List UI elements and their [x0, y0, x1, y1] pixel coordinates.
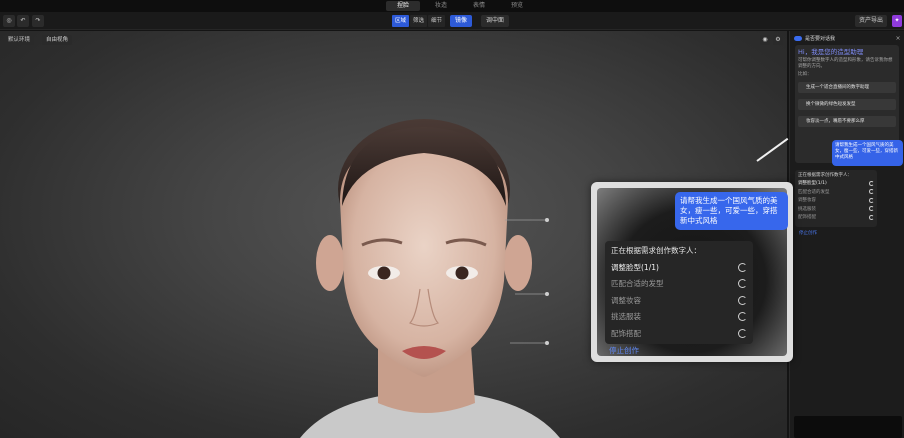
zoom-stop-button[interactable]: 停止创作 [609, 345, 639, 356]
loading-icon [738, 328, 747, 338]
app-menu-icon[interactable]: ◎ [3, 15, 15, 27]
edit-mode-segment: 区域 筛选 细节 [392, 15, 446, 27]
tab-face[interactable]: 捏脸 [386, 1, 420, 11]
loading-icon [869, 180, 874, 186]
loading-icon [869, 206, 874, 212]
app-window: 捏脸 妆造 表情 预览 ◎ ↶ ↷ 区域 筛选 细节 镜像 调中面 资产导出 ✦… [0, 0, 904, 438]
tab-preview[interactable]: 预览 [500, 1, 534, 11]
status-title: 正在根据需求创作数字人： [798, 173, 852, 178]
loading-icon [869, 197, 874, 203]
zoom-user-message: 请帮我生成一个国风气质的美女，瘦一些，可爱一些，穿搭新中式风格 [675, 192, 788, 230]
redo-icon[interactable]: ↷ [32, 15, 44, 27]
mode-tabs: 捏脸 妆造 表情 预览 [386, 1, 534, 11]
close-icon[interactable]: × [894, 35, 902, 43]
status-step: 调整脸型(1/1) [798, 179, 874, 188]
assistant-toggle[interactable] [794, 36, 802, 41]
loading-icon [869, 214, 874, 220]
top-bar: 捏脸 妆造 表情 预览 [0, 0, 904, 12]
export-button[interactable]: 资产导出 [855, 15, 887, 27]
panel-header-label: 是否要对话我 [805, 36, 836, 42]
zoom-status-card: 正在根据需求创作数字人： 调整脸型(1/1) 匹配合适的发型 调整妆容 挑选服装… [605, 241, 753, 344]
loading-icon [738, 312, 747, 322]
suggestion-3[interactable]: 妆容淡一点，嘴唇不要那么厚 [798, 116, 896, 127]
tab-expression[interactable]: 表情 [462, 1, 496, 11]
status-step: 挑选服装 [798, 205, 874, 214]
stop-button[interactable]: 停止创作 [799, 230, 817, 236]
toolbar: ◎ ↶ ↷ 区域 筛选 细节 镜像 调中面 资产导出 ✦ [0, 12, 904, 30]
zoom-status-step: 调整脸型(1/1) [611, 259, 747, 276]
segment-region[interactable]: 区域 [392, 15, 410, 27]
profile-icon[interactable]: ✦ [892, 15, 902, 27]
chat-input-area[interactable] [794, 416, 902, 438]
status-step: 匹配合适的发型 [798, 188, 874, 197]
status-step: 调整妆容 [798, 196, 874, 205]
greeting-title: Hi，我是您的造型助理 [798, 48, 864, 56]
greeting-description: 可帮你调整数字人的造型和形象，请告诉我你想调整的方向。 [798, 58, 893, 69]
status-step: 配饰搭配 [798, 213, 874, 222]
undo-icon[interactable]: ↶ [17, 15, 29, 27]
creation-status-card: 正在根据需求创作数字人： 调整脸型(1/1) 匹配合适的发型 调整妆容 挑选服装… [795, 170, 877, 227]
mirror-button[interactable]: 镜像 [450, 15, 472, 27]
loading-icon [738, 262, 747, 272]
zoom-status-step: 调整妆容 [611, 292, 747, 309]
zoom-content: 请帮我生成一个国风气质的美女，瘦一些，可爱一些，穿搭新中式风格 正在根据需求创作… [597, 188, 788, 356]
zoom-status-step: 配饰搭配 [611, 325, 747, 342]
tab-makeup[interactable]: 妆造 [424, 1, 458, 11]
panel-header: 是否要对话我 × [794, 34, 902, 44]
zoom-callout: 请帮我生成一个国风气质的美女，瘦一些，可爱一些，穿搭新中式风格 正在根据需求创作… [591, 182, 793, 362]
zoom-status-step: 匹配合适的发型 [611, 276, 747, 293]
segment-filter[interactable]: 筛选 [410, 15, 428, 27]
loading-icon [738, 279, 747, 289]
user-message-bubble: 请帮我生成一个国风气质的美女，瘦一些，可爱一些，穿搭新中式风格 [832, 140, 903, 166]
segment-detail[interactable]: 细节 [428, 15, 446, 27]
zoom-status-step: 挑选服装 [611, 309, 747, 326]
examples-label: 比如： [798, 72, 812, 77]
suggestion-1[interactable]: 生成一个适合直播间的数字助理 [798, 82, 896, 93]
loading-icon [738, 295, 747, 305]
loading-icon [869, 189, 874, 195]
zoom-status-title: 正在根据需求创作数字人： [611, 246, 701, 255]
assistant-panel: 是否要对话我 × Hi，我是您的造型助理 可帮你调整数字人的造型和形象，请告诉我… [789, 31, 904, 438]
suggestion-2[interactable]: 换个微微的绿色短发发型 [798, 99, 896, 110]
view-button[interactable]: 调中面 [481, 15, 509, 27]
